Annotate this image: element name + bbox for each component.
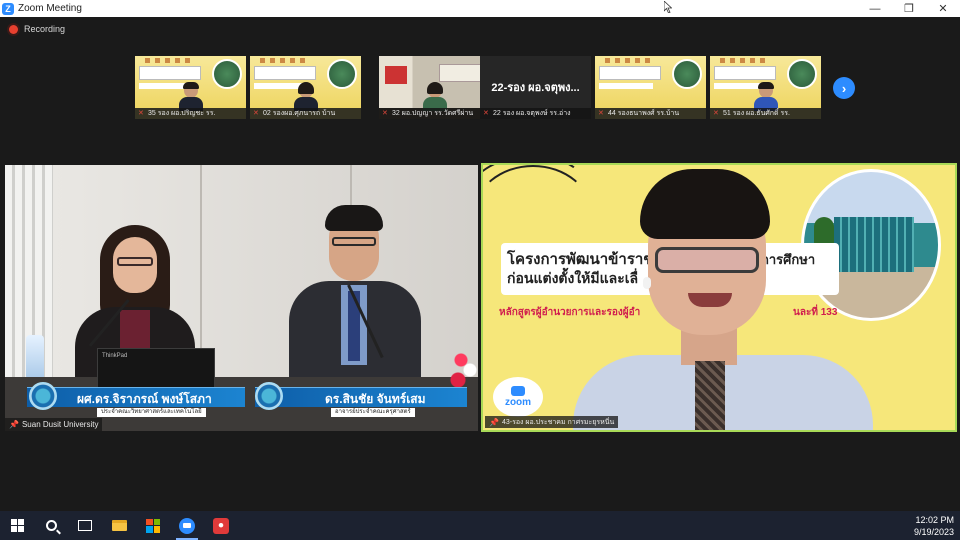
participant-name: Suan Dusit University bbox=[21, 420, 99, 429]
clock-time: 12:02 PM bbox=[915, 515, 954, 525]
participant-name: 32 ผอ.ปญญา รร.วัดศรีผ่าน bbox=[392, 110, 474, 117]
laptop: ThinkPad bbox=[97, 348, 215, 390]
participant-name-tag: 📌 43-รอง ผอ.ประชาคม กาศรมะยุรหนี่น bbox=[485, 416, 619, 428]
start-button[interactable] bbox=[0, 511, 34, 540]
speaker-1-name: ผศ.ดร.จิราภรณ์ พงษ์โสภา bbox=[77, 392, 212, 406]
mic-muted-icon: ✕ bbox=[382, 109, 388, 117]
speaker-2-name: ดร.สินชัย จันทร์เสม bbox=[325, 392, 426, 406]
gallery-next-button[interactable]: › bbox=[833, 77, 855, 99]
task-view-icon bbox=[78, 520, 92, 531]
folder-icon bbox=[111, 520, 127, 531]
store-icon bbox=[146, 518, 160, 533]
search-icon bbox=[45, 520, 57, 531]
participant-name: 22 รอง ผอ.จตุพงษ์ รร.อ่าง bbox=[493, 110, 571, 117]
participant-name: 43-รอง ผอ.ประชาคม กาศรมะยุรหนี่น bbox=[501, 418, 615, 426]
main-video-left[interactable]: ThinkPad ผศ.ดร.จิราภรณ์ พงษ์โสภา ประจำคณ… bbox=[5, 165, 478, 431]
zoom-logo-icon: Z bbox=[2, 2, 14, 15]
participant-thumbnail[interactable]: ✕ 35 รอง ผอ.ปริญชะ รร. bbox=[135, 56, 246, 119]
zoom-taskbar-button[interactable] bbox=[170, 511, 204, 540]
university-seal-icon bbox=[255, 382, 283, 410]
presenter-video bbox=[573, 165, 883, 430]
zoom-app-icon bbox=[179, 517, 195, 534]
record-dot-icon bbox=[9, 24, 18, 34]
restore-button[interactable]: ❐ bbox=[892, 0, 926, 17]
participant-thumbnail[interactable]: ✕ 44 รองธนาพงศ์ รร.บ้าน bbox=[595, 56, 706, 119]
windows-taskbar: ⏺ 12:02 PM 9/19/2023 bbox=[0, 511, 960, 540]
minimize-button[interactable]: — bbox=[858, 0, 892, 17]
clock-date: 9/19/2023 bbox=[913, 527, 954, 537]
search-button[interactable] bbox=[34, 511, 68, 540]
speaker-1-lower-third: ผศ.ดร.จิราภรณ์ พงษ์โสภา ประจำคณะวิทยาศาส… bbox=[27, 382, 245, 417]
university-seal-icon bbox=[29, 382, 57, 410]
main-video-right[interactable]: โครงการพัฒนาข้าราช การศึกษา ก่อนแต่งตั้ง… bbox=[481, 163, 957, 432]
participant-name: 35 รอง ผอ.ปริญชะ รร. bbox=[148, 110, 216, 117]
mic-muted-icon: ✕ bbox=[598, 109, 604, 117]
recording-label: Recording bbox=[24, 24, 66, 34]
zoom-meeting-window: Z Zoom Meeting — ❐ ✕ Recording ✕ 35 รอง ผ… bbox=[0, 0, 960, 540]
recording-indicator[interactable]: Recording bbox=[9, 24, 65, 34]
participant-thumbnail[interactable]: 22-รอง ผอ.จตุพง... ✕ 22 รอง ผอ.จตุพงษ์ รร… bbox=[480, 56, 591, 119]
water-bottle bbox=[26, 335, 44, 380]
participant-name: 02 รองผอ.ศุภนารถ บ้าน bbox=[263, 110, 336, 117]
close-button[interactable]: ✕ bbox=[926, 0, 960, 17]
zoom-badge: zoom bbox=[493, 377, 543, 417]
windows-logo-icon bbox=[10, 519, 24, 532]
laptop-brand: ThinkPad bbox=[102, 353, 128, 359]
participant-display-name: 22-รอง ผอ.จตุพง... bbox=[491, 82, 580, 94]
pin-icon: 📌 bbox=[9, 420, 19, 429]
taskbar-clock[interactable]: 12:02 PM 9/19/2023 bbox=[914, 514, 954, 538]
participant-thumbnail[interactable]: ✕ 02 รองผอ.ศุภนารถ บ้าน bbox=[250, 56, 361, 119]
app-taskbar-button[interactable]: ⏺ bbox=[204, 511, 238, 540]
speaker-2-lower-third: ดร.สินชัย จันทร์เสม อาจารย์ประจำคณะครุศา… bbox=[255, 382, 467, 417]
window-title: Zoom Meeting bbox=[18, 3, 82, 14]
title-bar: Z Zoom Meeting — ❐ ✕ bbox=[0, 0, 960, 17]
pin-icon: 📌 bbox=[489, 417, 499, 427]
window-controls: — ❐ ✕ bbox=[858, 0, 960, 17]
mic-muted-icon: ✕ bbox=[253, 109, 259, 117]
speaker-2-title: อาจารย์ประจำคณะครุศาสตร์ bbox=[331, 408, 415, 417]
record-app-icon: ⏺ bbox=[213, 517, 229, 534]
mic-muted-icon: ✕ bbox=[483, 109, 489, 117]
participant-thumbnail[interactable]: ✕ 51 รอง ผอ.ธันศักดิ์ รร. bbox=[710, 56, 821, 119]
participant-thumbnail[interactable]: ✕ 32 ผอ.ปญญา รร.วัดศรีผ่าน bbox=[379, 56, 490, 119]
gallery-strip: ✕ 35 รอง ผอ.ปริญชะ รร. ✕ 02 รองผอ.ศุภนารถ … bbox=[135, 56, 825, 120]
mic-muted-icon: ✕ bbox=[713, 109, 719, 117]
zoom-badge-text: zoom bbox=[504, 397, 532, 408]
participant-name-tag: 📌 Suan Dusit University bbox=[5, 418, 103, 431]
speaker-1-title: ประจำคณะวิทยาศาสตร์และเทคโนโลยี bbox=[97, 408, 206, 417]
participant-name: 44 รองธนาพงศ์ รร.บ้าน bbox=[608, 110, 680, 117]
zoom-camera-icon bbox=[511, 386, 525, 396]
store-button[interactable] bbox=[136, 511, 170, 540]
mic-muted-icon: ✕ bbox=[138, 109, 144, 117]
file-explorer-button[interactable] bbox=[102, 511, 136, 540]
task-view-button[interactable] bbox=[68, 511, 102, 540]
mouse-cursor-icon bbox=[664, 1, 672, 13]
participant-name: 51 รอง ผอ.ธันศักดิ์ รร. bbox=[723, 110, 791, 117]
